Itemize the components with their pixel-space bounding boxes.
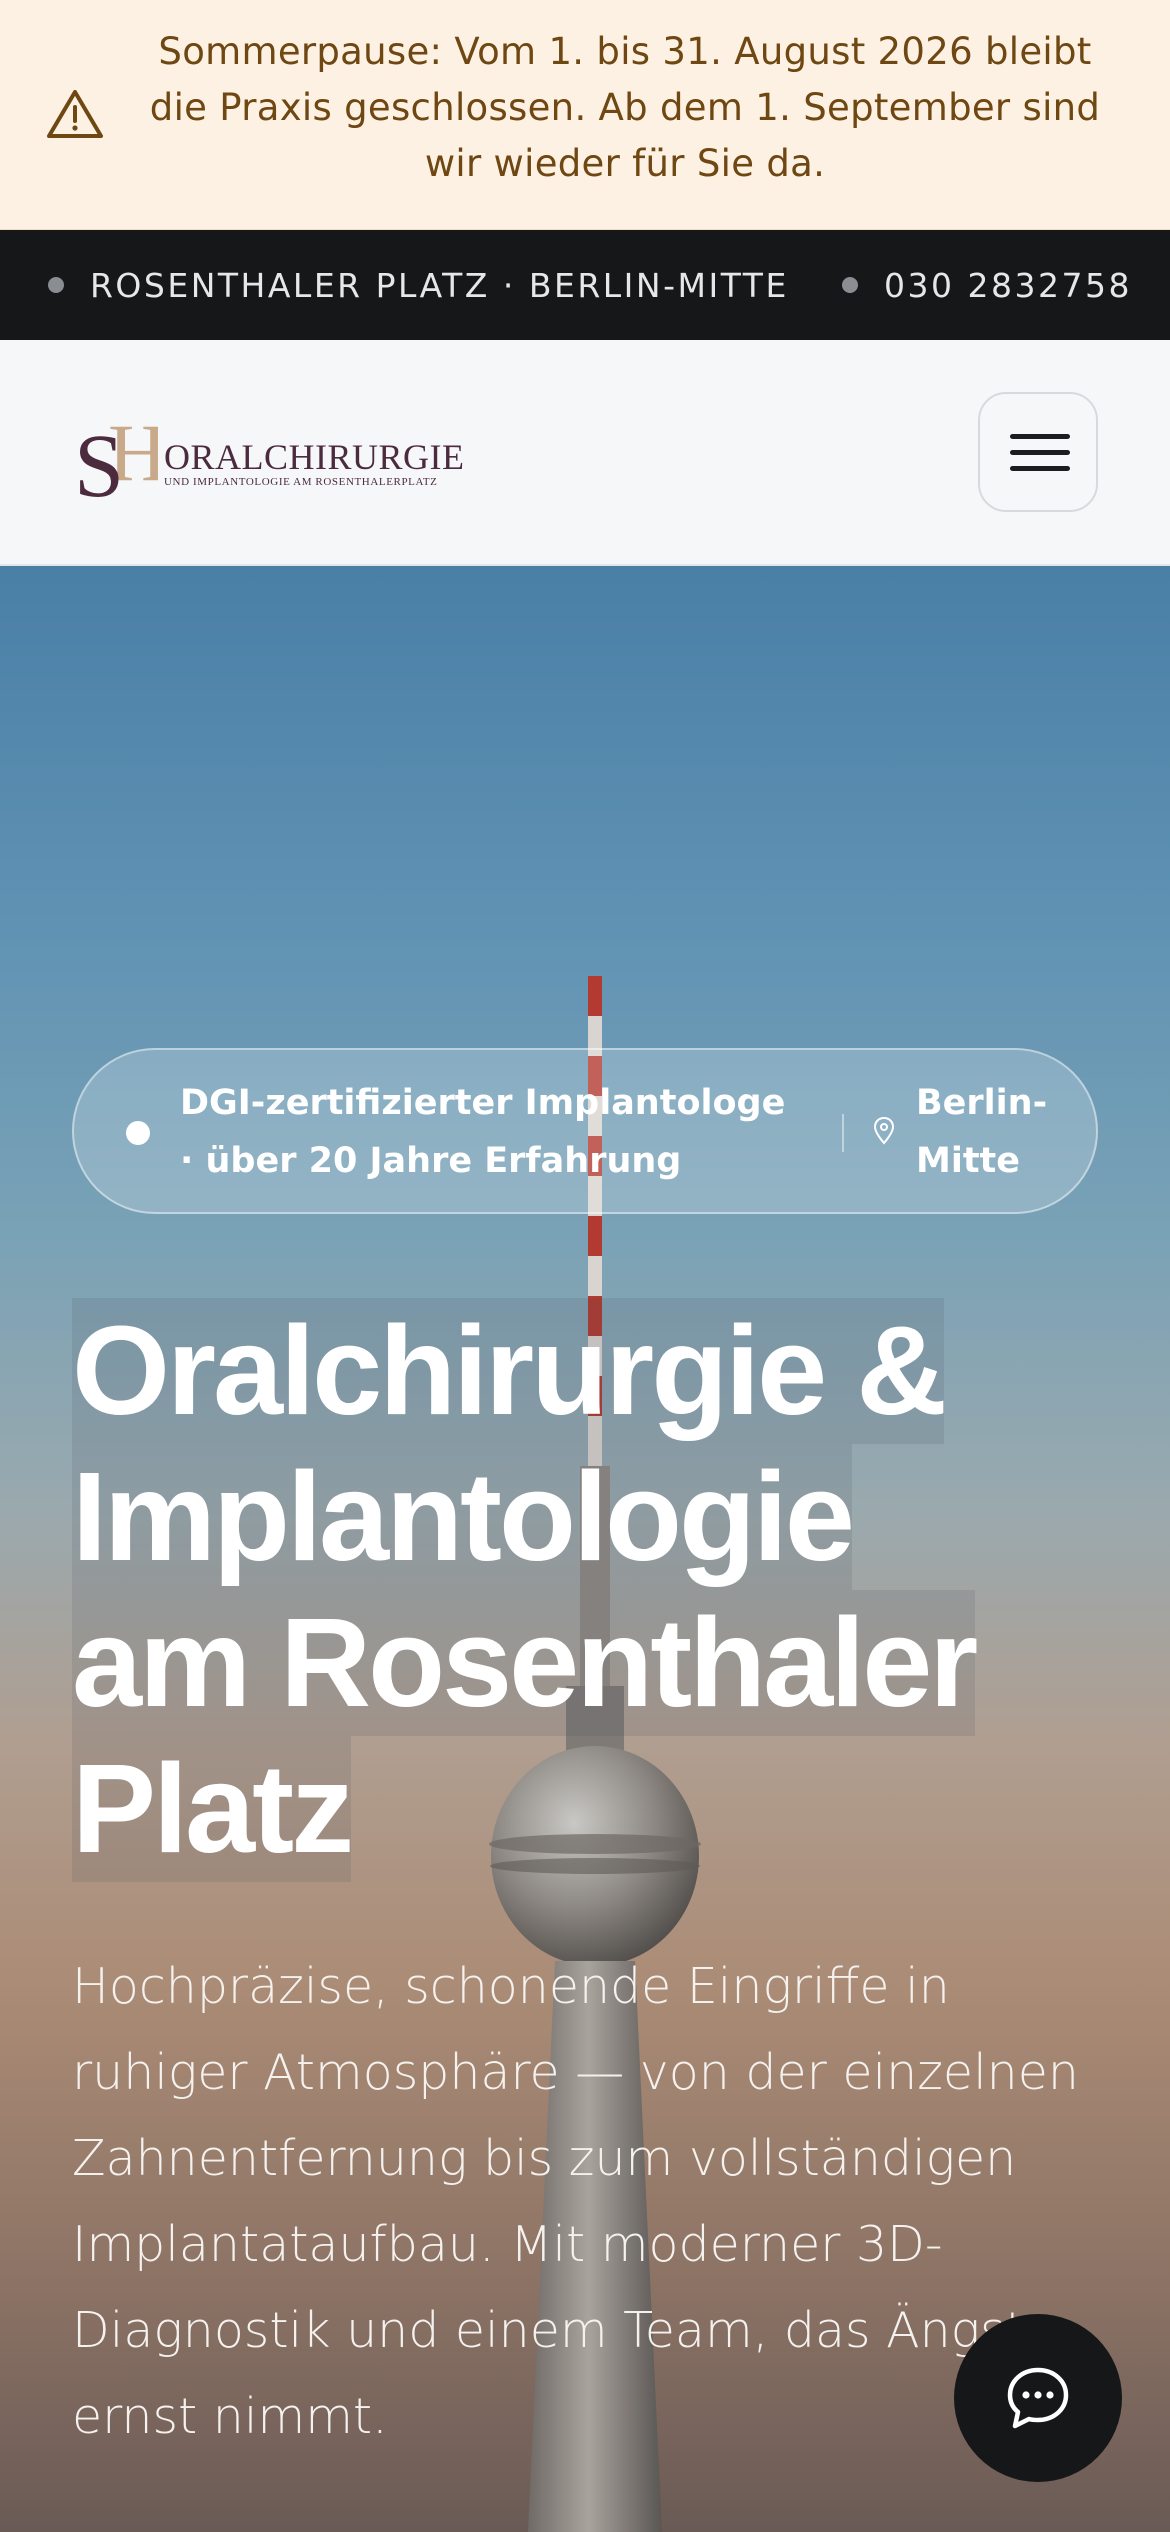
- badge-text: DGI-zertifizierter Implantologe · über 2…: [180, 1083, 786, 1181]
- hero-headline: Oralchirurgie & Implantologie am Rosenth…: [72, 1298, 1132, 1882]
- headline-line: Platz: [72, 1736, 354, 1882]
- menu-line: [1010, 450, 1070, 455]
- headline-line: am Rosenthaler: [72, 1590, 978, 1736]
- location-text: ROSENTHALER PLATZ · BERLIN-MITTE: [90, 265, 789, 305]
- logo-monogram: H S: [74, 408, 158, 504]
- badge-dot: [126, 1121, 150, 1145]
- announcement-text: Sommerpause: Vom 1. bis 31. August 2026 …: [149, 30, 1101, 185]
- chat-button[interactable]: [954, 2314, 1122, 2482]
- map-pin-icon: [873, 1116, 895, 1145]
- bullet-dot: [842, 277, 858, 293]
- hamburger-menu-button[interactable]: [978, 392, 1098, 512]
- site-header: H S ORALCHIRURGIE UND IMPLANTOLOGIE AM R…: [0, 340, 1170, 566]
- announcement-banner: Sommerpause: Vom 1. bis 31. August 2026 …: [0, 0, 1170, 230]
- chat-bubble-icon: [1007, 2367, 1069, 2429]
- menu-line: [1010, 466, 1070, 471]
- phone-text: 030 2832758: [884, 265, 1132, 305]
- badge-divider: [842, 1114, 844, 1152]
- headline-line: Implantologie: [72, 1444, 855, 1590]
- top-info-bar: ROSENTHALER PLATZ · BERLIN-MITTE 030 283…: [0, 230, 1170, 340]
- headline-line: Oralchirurgie &: [72, 1298, 947, 1444]
- credential-badge: DGI-zertifizierter Implantologe · über 2…: [72, 1048, 1098, 1214]
- logo[interactable]: H S ORALCHIRURGIE UND IMPLANTOLOGIE AM R…: [72, 408, 464, 508]
- badge-location: Berlin-Mitte: [916, 1083, 1048, 1181]
- phone-link[interactable]: 030 2832758: [842, 230, 1132, 340]
- bullet-dot: [48, 277, 64, 293]
- svg-text:S: S: [74, 417, 124, 504]
- logo-subtitle: UND IMPLANTOLOGIE AM ROSENTHALERPLATZ: [164, 476, 438, 488]
- hamburger-menu-icon: [1010, 434, 1070, 439]
- location-info[interactable]: ROSENTHALER PLATZ · BERLIN-MITTE: [48, 230, 789, 340]
- logo-name: ORALCHIRURGIE: [164, 437, 465, 477]
- warning-icon: [47, 90, 103, 138]
- hero-section: DGI-zertifizierter Implantologe · über 2…: [0, 566, 1170, 2532]
- hero-lead-text: Hochpräzise, schonende Eingriffe in ruhi…: [72, 1958, 1079, 2445]
